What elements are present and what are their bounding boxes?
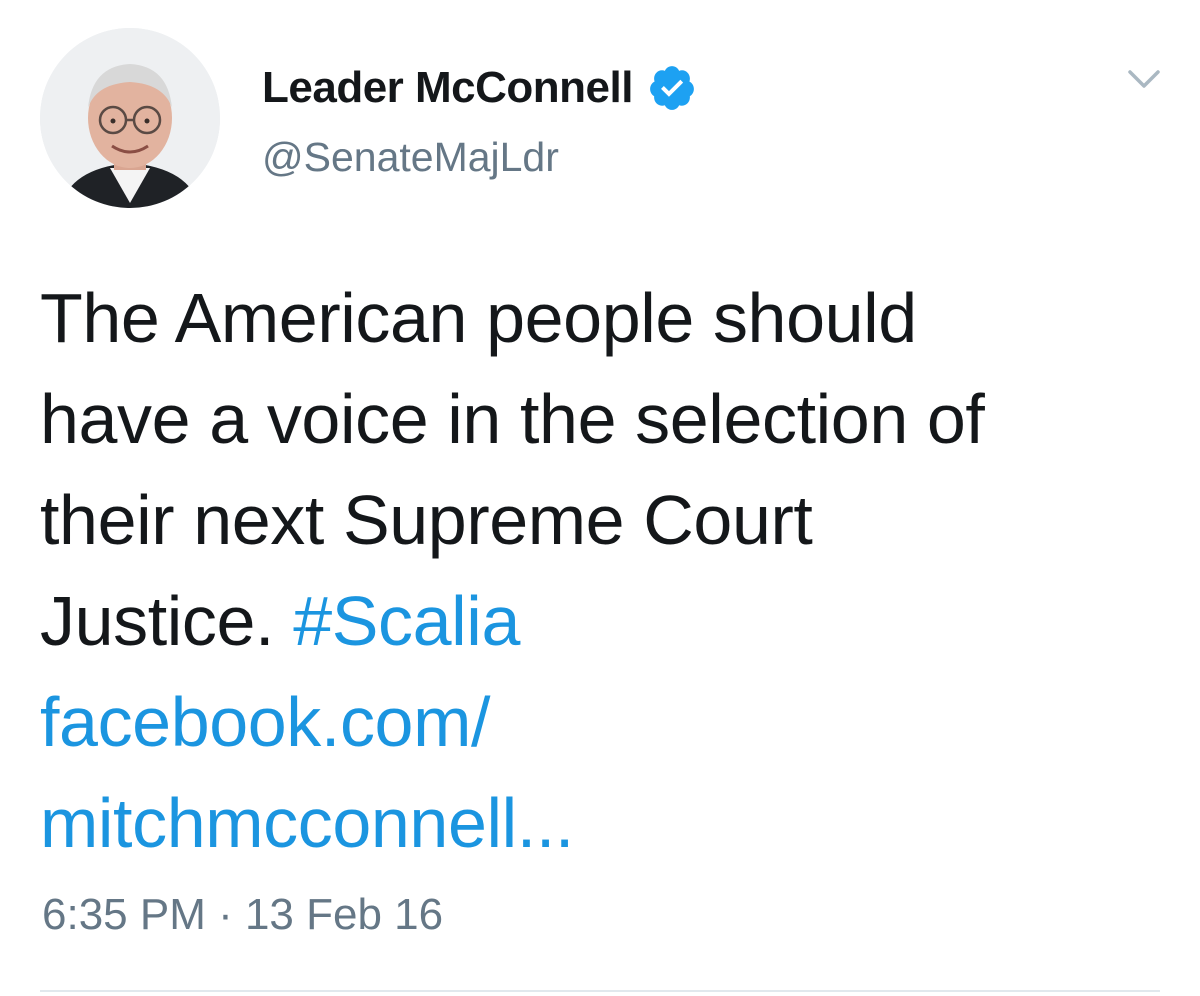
tweet-text-line: have a voice in the selection of <box>40 380 985 458</box>
hashtag-link[interactable]: #Scalia <box>293 582 520 660</box>
profile-photo <box>40 28 220 208</box>
avatar[interactable] <box>40 28 220 208</box>
tweet-text: The American people should have a voice … <box>40 268 1170 874</box>
tweet-text-line: The American people should <box>40 279 917 357</box>
tweet-card: Leader McConnell @SenateMajLdr The Ameri… <box>0 0 1200 996</box>
author-name-row[interactable]: Leader McConnell <box>262 58 697 118</box>
url-link[interactable]: facebook.com/ <box>40 672 1170 773</box>
tweet-text-line: their next Supreme Court <box>40 481 813 559</box>
tweet-text-line-with-hashtag: Justice. #Scalia <box>40 571 1170 672</box>
chevron-down-icon[interactable] <box>1124 58 1164 98</box>
handle[interactable]: @SenateMajLdr <box>262 134 559 181</box>
verified-badge-icon <box>647 63 697 113</box>
display-name[interactable]: Leader McConnell <box>262 63 633 113</box>
divider <box>40 990 1160 992</box>
timestamp[interactable]: 6:35 PM · 13 Feb 16 <box>42 890 443 940</box>
url-link[interactable]: mitchmcconnell... <box>40 773 1170 874</box>
tweet-text-fragment: Justice. <box>40 582 275 660</box>
